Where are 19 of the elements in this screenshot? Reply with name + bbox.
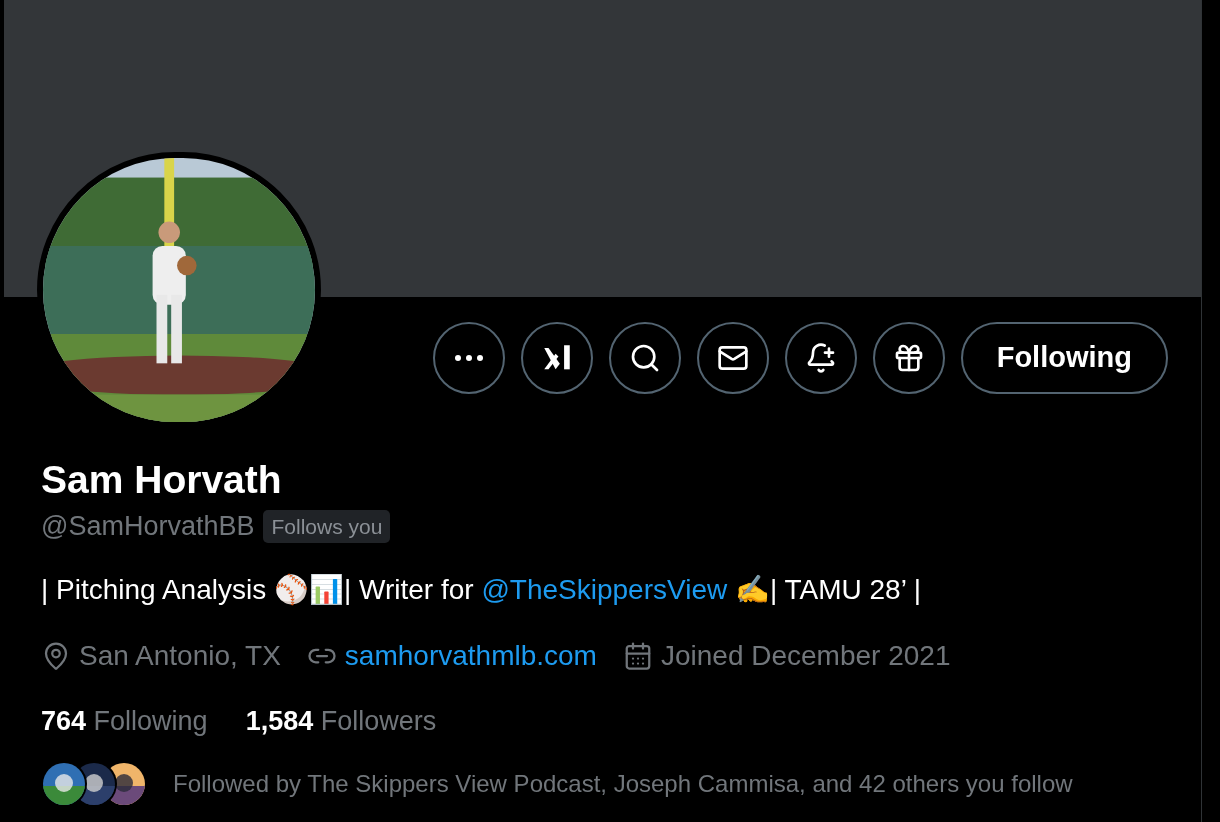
notify-button[interactable] [784,322,857,394]
follows-you-badge: Follows you [263,509,391,543]
grok-button[interactable] [520,322,593,394]
profile-name: Sam Horvath [41,457,283,503]
location-text: San Antonio, TX [79,638,281,673]
stat-link[interactable]: 764 Following [41,700,208,741]
profile-bio: | Pitching Analysis ⚾📊| Writer for @TheSkippersView ✍| TAMU 28’ | [41,572,922,608]
joined-date: Joined December 2021 [660,638,951,673]
message-button[interactable] [696,322,769,394]
profile-handle: @SamHorvathBB [41,510,255,543]
following-button[interactable]: Following [960,322,1168,394]
website-link[interactable]: samhorvathmlb.com [344,634,597,677]
followed-by-link[interactable]: Followed by The Skippers View Podcast, Joseph Cammisa, and 42 others you follow [173,766,1073,802]
stat-link[interactable]: 1,584 Followers [245,700,437,741]
mention-link[interactable]: @TheSkippersView [481,573,728,605]
more-button[interactable] [432,322,505,394]
gift-button[interactable] [872,322,945,394]
search-button[interactable] [608,322,681,394]
more-icon [454,355,483,361]
